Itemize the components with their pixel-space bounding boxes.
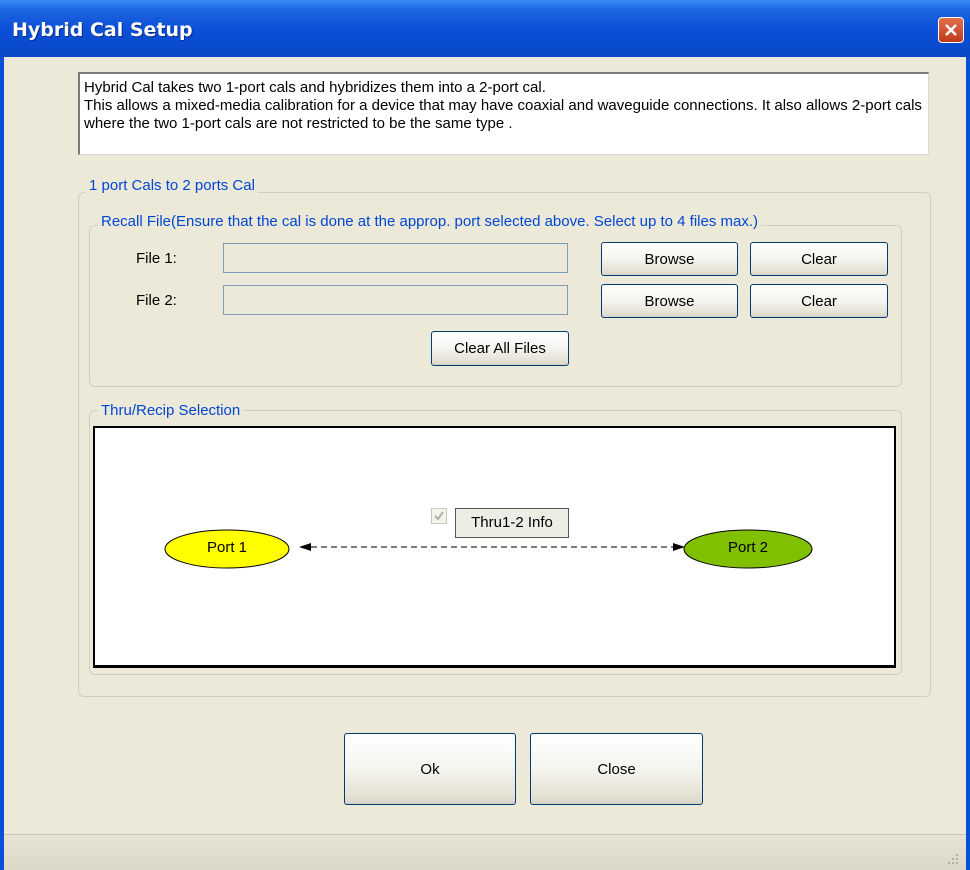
file-2-clear-button[interactable]: Clear: [750, 284, 888, 318]
port-2-label: Port 2: [727, 539, 769, 556]
clear-all-files-button[interactable]: Clear All Files: [431, 331, 569, 366]
thru-diagram-canvas: Port 1 Port 2 Thru1-2 Info: [93, 426, 896, 668]
cal-group-legend: 1 port Cals to 2 ports Cal: [86, 177, 258, 194]
file-2-field[interactable]: [223, 285, 568, 315]
port-1-label: Port 1: [206, 539, 248, 556]
description-text: Hybrid Cal takes two 1-port cals and hyb…: [78, 72, 929, 155]
close-button[interactable]: Close: [530, 733, 703, 805]
checkmark-icon: [434, 511, 444, 521]
file-2-browse-button[interactable]: Browse: [601, 284, 738, 318]
window-close-button[interactable]: [938, 17, 964, 43]
file-1-field[interactable]: [223, 243, 568, 273]
recall-file-legend: Recall File(Ensure that the cal is done …: [98, 213, 762, 230]
window-frame-left: [0, 57, 4, 870]
file-1-browse-button[interactable]: Browse: [601, 242, 738, 276]
window-frame-right: [966, 57, 970, 870]
file-1-label: File 1:: [136, 250, 177, 267]
thru-recip-legend: Thru/Recip Selection: [98, 402, 244, 419]
file-2-label: File 2:: [136, 292, 177, 309]
close-icon: [945, 24, 957, 36]
file-1-clear-button[interactable]: Clear: [750, 242, 888, 276]
status-bar: [4, 834, 966, 870]
window-title: Hybrid Cal Setup: [12, 19, 193, 41]
hybrid-cal-setup-window: Hybrid Cal Setup Hybrid Cal takes two 1-…: [0, 0, 970, 870]
ok-button[interactable]: Ok: [344, 733, 516, 805]
port1-arrowhead: [299, 543, 311, 551]
thru-1-2-checkbox[interactable]: [431, 508, 447, 524]
resize-grip-icon[interactable]: [944, 852, 960, 866]
title-bar[interactable]: Hybrid Cal Setup: [0, 0, 970, 57]
thru-1-2-info-button[interactable]: Thru1-2 Info: [455, 508, 569, 538]
